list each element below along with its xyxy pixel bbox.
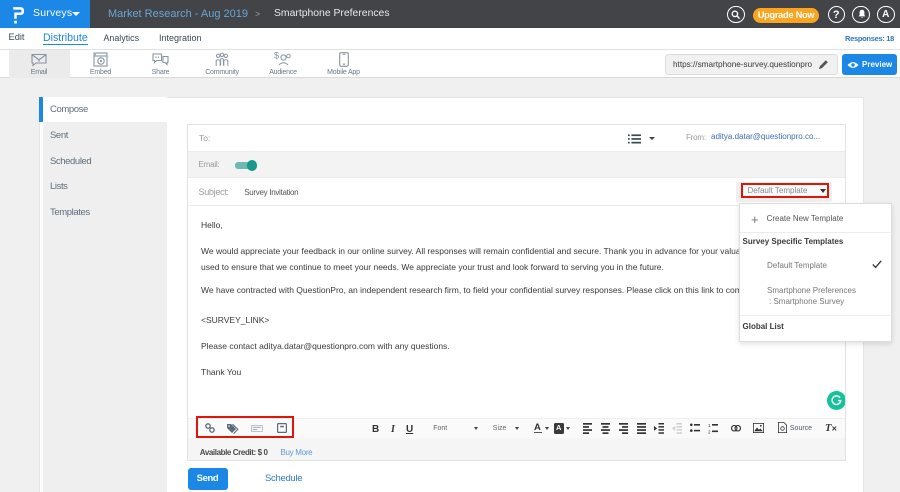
svg-text:$: $ <box>274 51 279 61</box>
svg-text:2: 2 <box>708 429 711 433</box>
svg-text:1: 1 <box>708 423 711 428</box>
